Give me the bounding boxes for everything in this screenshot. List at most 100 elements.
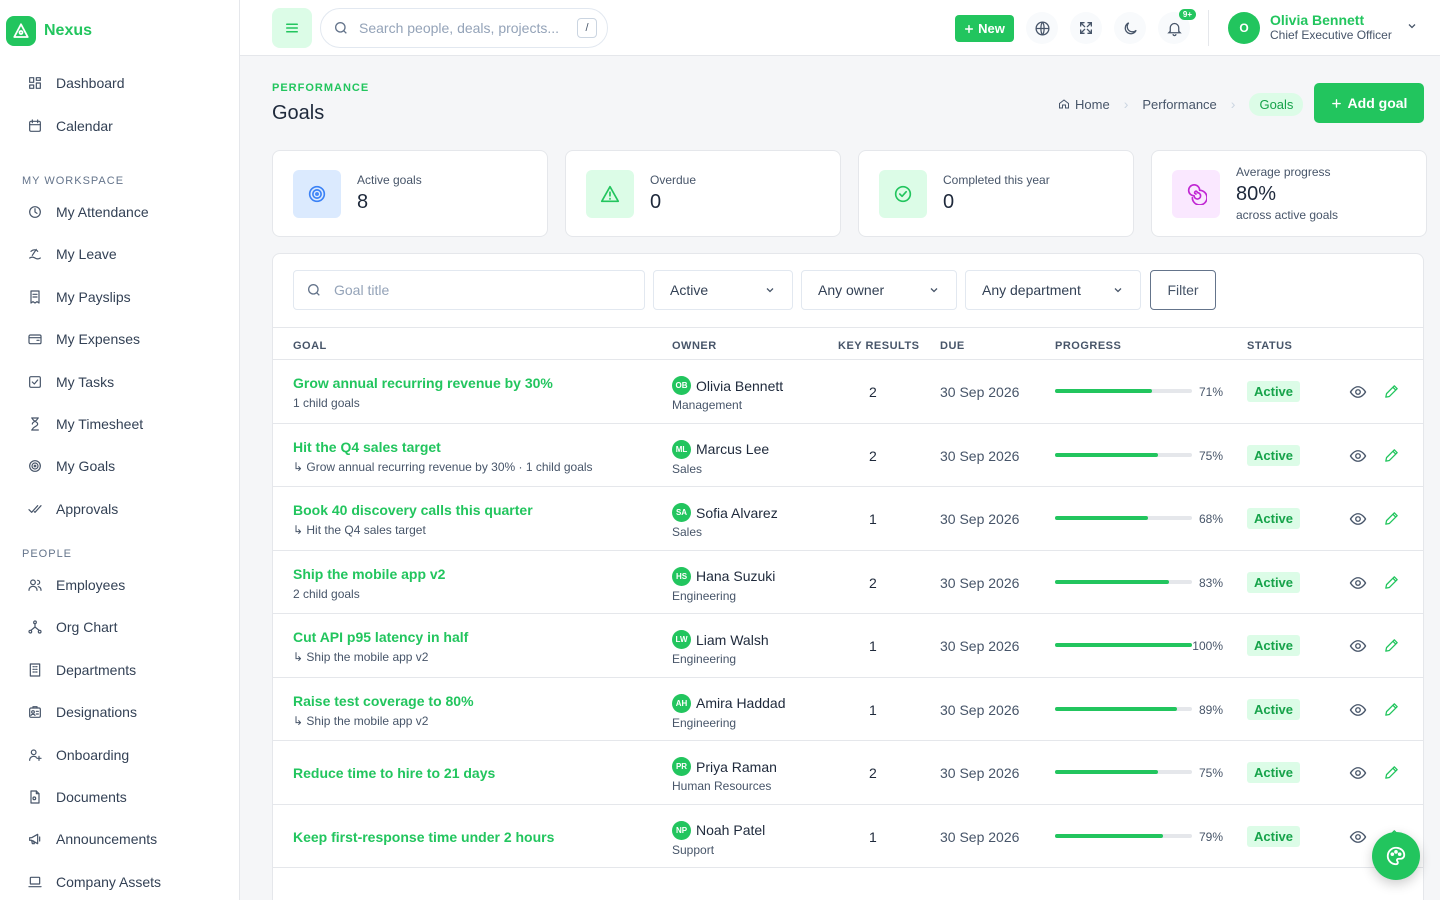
breadcrumb-performance[interactable]: Performance <box>1142 97 1216 112</box>
owner-avatar: PR <box>672 757 691 776</box>
sidebar-item-my-expenses[interactable]: My Expenses <box>0 318 239 360</box>
sidebar-item-calendar[interactable]: Calendar <box>0 104 239 146</box>
edit-goal-button[interactable] <box>1383 764 1400 786</box>
brand-name: Nexus <box>44 22 93 39</box>
goal-title-link[interactable]: Cut API p95 latency in half <box>293 629 468 645</box>
chevron-down-icon <box>766 288 774 293</box>
progress-percent: 75% <box>1198 766 1223 780</box>
filter-button[interactable]: Filter <box>1150 270 1216 310</box>
due-date: 30 Sep 2026 <box>940 447 1020 464</box>
view-goal-button[interactable] <box>1349 764 1367 787</box>
owner-department: Sales <box>672 461 703 476</box>
stat-card-completed-this-year: Completed this year 0 <box>858 150 1134 237</box>
sidebar-item-onboarding[interactable]: Onboarding <box>0 733 239 775</box>
sidebar-item-my-leave[interactable]: My Leave <box>0 233 239 275</box>
sidebar-item-dashboard[interactable]: Dashboard <box>0 62 239 104</box>
owner-filter-select[interactable]: Any owner <box>801 270 957 310</box>
sidebar-item-label: My Goals <box>56 458 116 475</box>
view-goal-button[interactable] <box>1349 701 1367 724</box>
sidebar-item-my-timesheet[interactable]: My Timesheet <box>0 403 239 445</box>
edit-goal-button[interactable] <box>1383 637 1400 659</box>
edit-goal-button[interactable] <box>1383 383 1400 405</box>
view-goal-button[interactable] <box>1349 447 1367 470</box>
sidebar-item-my-goals[interactable]: My Goals <box>0 445 239 487</box>
theme-customizer-button[interactable] <box>1372 832 1420 880</box>
col-key-results[interactable]: KEY RESULTS <box>838 340 920 352</box>
col-progress[interactable]: PROGRESS <box>1055 340 1121 352</box>
edit-goal-button[interactable] <box>1383 574 1400 596</box>
progress-fill <box>1055 833 1164 838</box>
owner-name: Priya Raman <box>696 758 777 775</box>
goal-title-link[interactable]: Raise test coverage to 80% <box>293 693 474 709</box>
goal-title-link[interactable]: Keep first-response time under 2 hours <box>293 829 554 845</box>
view-goal-button[interactable] <box>1349 574 1367 597</box>
fullscreen-button[interactable] <box>1070 12 1102 44</box>
brand[interactable]: Nexus <box>0 0 239 62</box>
due-date: 30 Sep 2026 <box>940 574 1020 591</box>
pencil-icon <box>1385 448 1398 462</box>
view-goal-button[interactable] <box>1349 510 1367 533</box>
language-button[interactable] <box>1026 12 1058 44</box>
edit-goal-button[interactable] <box>1383 701 1400 723</box>
theme-toggle-button[interactable] <box>1114 12 1146 44</box>
new-button[interactable]: New <box>955 15 1014 42</box>
search-icon <box>308 284 320 296</box>
user-menu[interactable]: O Olivia Bennett Chief Executive Officer <box>1228 12 1416 44</box>
goal-title-link[interactable]: Reduce time to hire to 21 days <box>293 765 495 781</box>
breadcrumb-home[interactable]: Home <box>1058 97 1110 112</box>
owner-cell: LW Liam Walsh Engineering <box>672 630 769 666</box>
key-results-count: 1 <box>869 511 877 527</box>
progress-bar <box>1055 770 1192 774</box>
col-goal[interactable]: GOAL <box>293 340 327 352</box>
sidebar-item-org-chart[interactable]: Org Chart <box>0 606 239 648</box>
new-button-label: New <box>978 21 1005 36</box>
goal-title-link[interactable]: Grow annual recurring revenue by 30% <box>293 375 553 391</box>
topbar-divider <box>1208 10 1209 46</box>
org-chart-icon <box>28 620 42 635</box>
col-status[interactable]: STATUS <box>1247 340 1292 352</box>
col-due[interactable]: DUE <box>940 340 965 352</box>
view-goal-button[interactable] <box>1349 383 1367 406</box>
sidebar-item-my-attendance[interactable]: My Attendance <box>0 191 239 233</box>
view-goal-button[interactable] <box>1349 828 1367 851</box>
sidebar-item-company-assets[interactable]: Company Assets <box>0 861 239 900</box>
stat-value: 0 <box>650 191 662 213</box>
sidebar-item-my-tasks[interactable]: My Tasks <box>0 360 239 402</box>
nav-top: Dashboard Calendar <box>0 62 239 147</box>
owner-avatar: HS <box>672 566 691 586</box>
global-search-input[interactable]: Search people, deals, projects... / <box>320 8 608 48</box>
menu-toggle-button[interactable] <box>272 8 312 48</box>
view-goal-button[interactable] <box>1349 637 1367 660</box>
notifications-button[interactable]: 9+ <box>1158 9 1196 44</box>
add-goal-button[interactable]: Add goal <box>1314 83 1424 123</box>
sidebar-item-departments[interactable]: Departments <box>0 649 239 691</box>
key-results-count: 2 <box>869 765 877 781</box>
status-filter-select[interactable]: Active <box>653 270 793 310</box>
stat-label: Overdue <box>650 173 697 187</box>
add-goal-label: Add goal <box>1347 95 1408 111</box>
eye-icon <box>1349 830 1367 843</box>
goal-title-link[interactable]: Book 40 discovery calls this quarter <box>293 502 533 518</box>
status-badge: Active <box>1247 571 1301 593</box>
sidebar-item-announcements[interactable]: Announcements <box>0 818 239 860</box>
sidebar-item-documents[interactable]: Documents <box>0 776 239 818</box>
sidebar-item-label: Designations <box>56 704 137 721</box>
owner-avatar: NP <box>672 820 691 840</box>
stat-card-active-goals: Active goals 8 <box>272 150 548 237</box>
edit-goal-button[interactable] <box>1383 447 1400 469</box>
goal-title-search-input[interactable]: Goal title <box>293 270 645 310</box>
sidebar-item-employees[interactable]: Employees <box>0 564 239 606</box>
owner-avatar: SA <box>672 503 691 522</box>
topbar: Search people, deals, projects... / New … <box>240 0 1440 56</box>
sidebar-item-my-payslips[interactable]: My Payslips <box>0 276 239 318</box>
stat-text: Average progress 80% across active goals <box>1236 165 1338 222</box>
edit-goal-button[interactable] <box>1383 510 1400 532</box>
goal-title-link[interactable]: Hit the Q4 sales target <box>293 439 441 455</box>
department-filter-select[interactable]: Any department <box>965 270 1141 310</box>
goal-title-link[interactable]: Ship the mobile app v2 <box>293 566 445 582</box>
owner-line: OB Olivia Bennett <box>672 376 783 395</box>
col-owner[interactable]: OWNER <box>672 340 717 352</box>
sidebar-item-designations[interactable]: Designations <box>0 691 239 733</box>
hamburger-icon <box>286 23 298 33</box>
sidebar-item-approvals[interactable]: Approvals <box>0 488 239 530</box>
